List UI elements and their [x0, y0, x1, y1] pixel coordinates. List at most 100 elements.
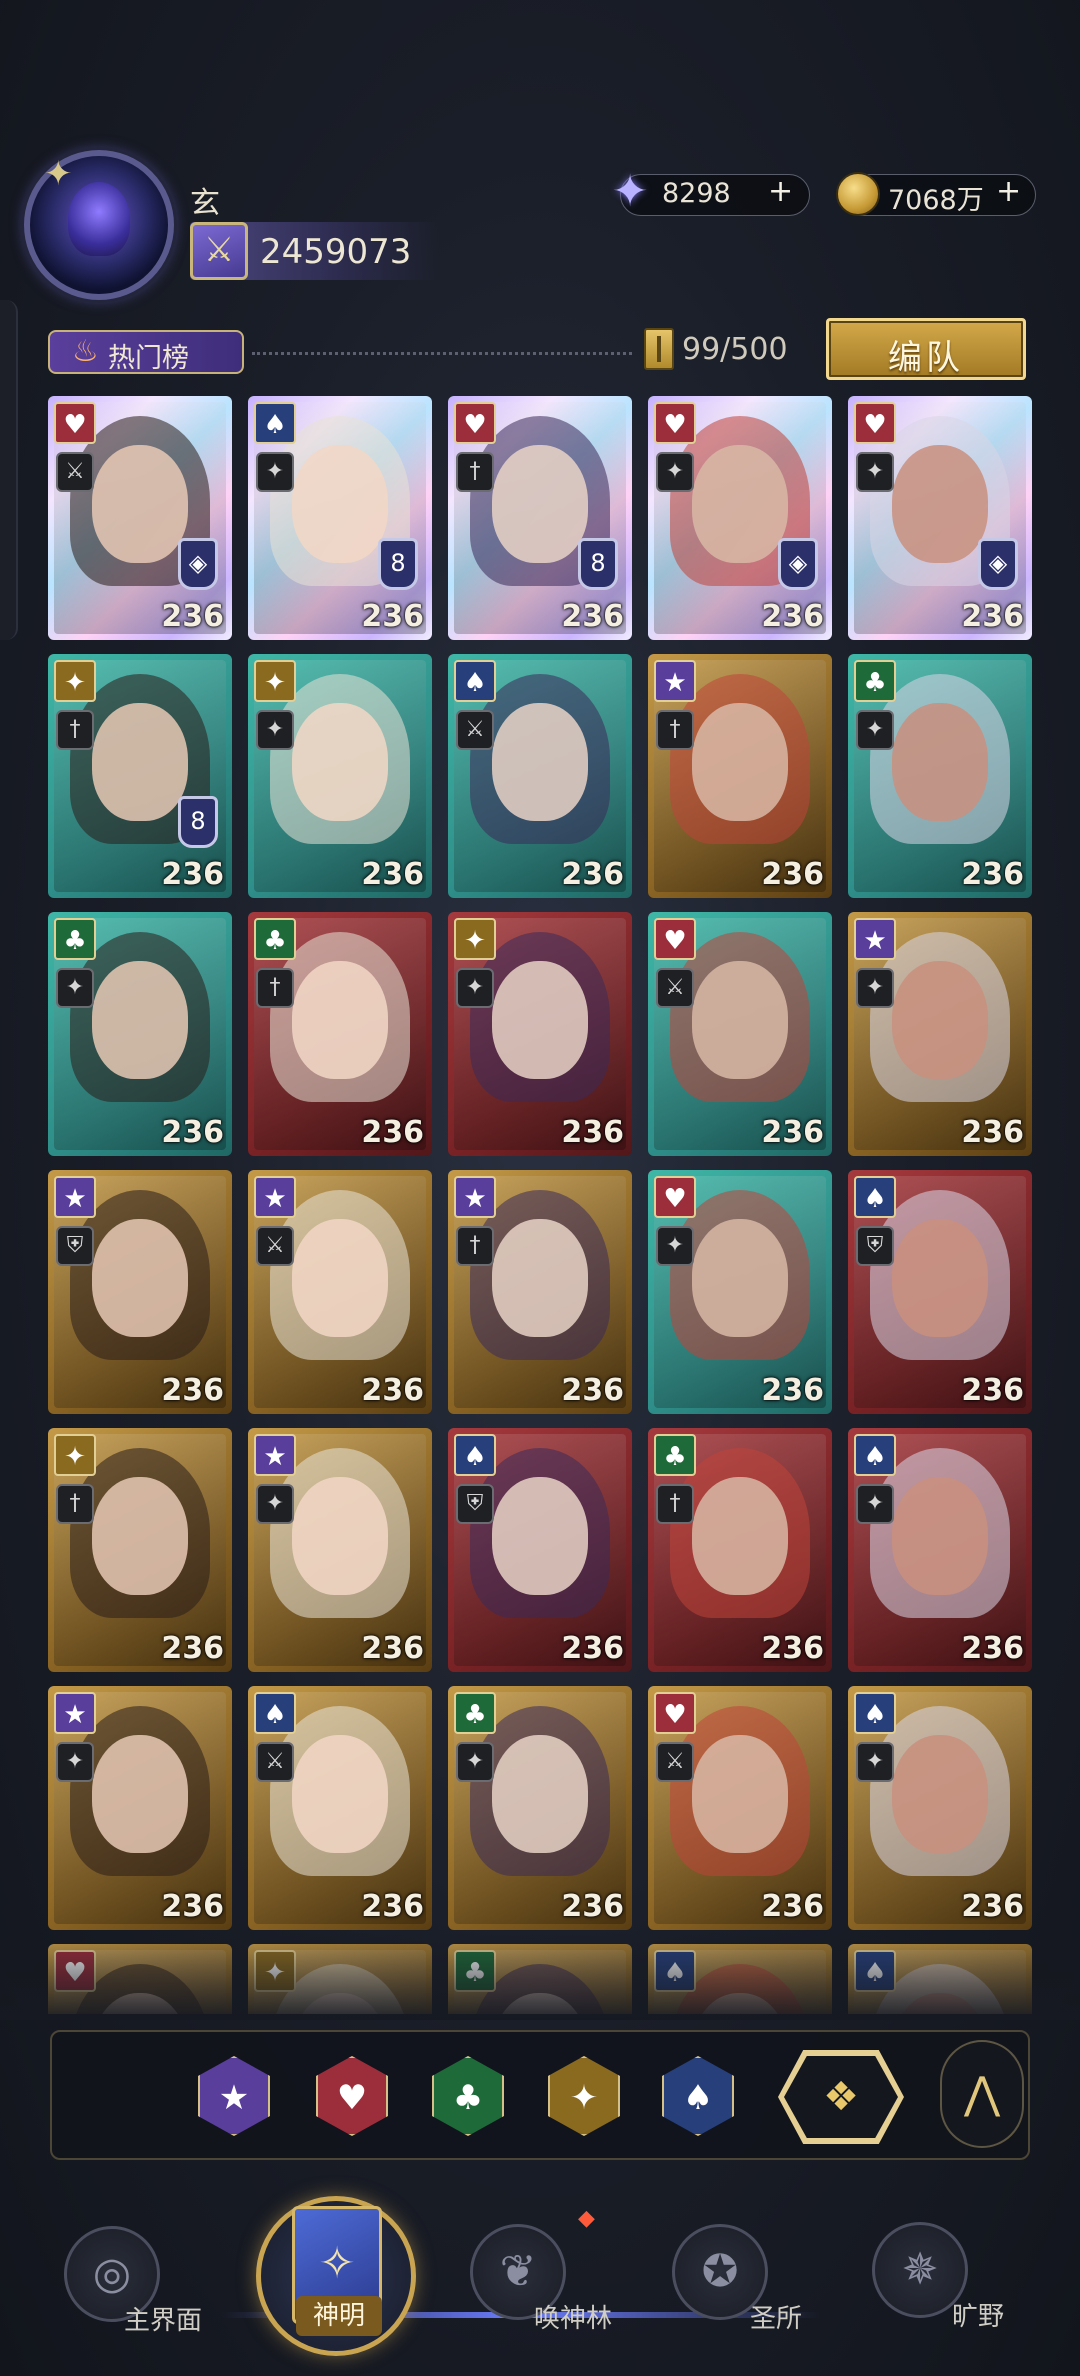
role-class-icon: ✦: [56, 968, 94, 1008]
hero-card[interactable]: ♣ † 236: [648, 1428, 832, 1672]
hero-card[interactable]: ✦ † 236: [48, 1428, 232, 1672]
role-class-icon: ⚔: [256, 1226, 294, 1266]
hero-card[interactable]: ♥ ✦ 236: [648, 1170, 832, 1414]
heart-icon: ♥: [654, 1176, 696, 1218]
heart-icon: ♥: [654, 1692, 696, 1734]
card-capacity-icon: [644, 328, 674, 370]
hero-level: 236: [361, 1373, 424, 1408]
hero-card[interactable]: ♥ ✦ ◈ 236: [648, 396, 832, 640]
hero-card[interactable]: ★ † 236: [648, 654, 832, 898]
hero-card[interactable]: ★ ✦ 236: [48, 1686, 232, 1930]
heart-icon: ♥: [854, 402, 896, 444]
hero-card[interactable]: ★ ✦ 236: [248, 1428, 432, 1672]
hero-level: 236: [761, 1373, 824, 1408]
hero-level: 236: [761, 1115, 824, 1150]
role-class-icon: ✦: [856, 1742, 894, 1782]
portrait-face: [692, 961, 788, 1080]
hero-card[interactable]: ♥ ⚔ 236: [648, 1686, 832, 1930]
portrait-face: [292, 1219, 388, 1338]
portrait-face: [92, 961, 188, 1080]
role-class-icon: †: [56, 710, 94, 750]
add-gold-button[interactable]: +: [996, 174, 1021, 209]
role-class-icon: ⛨: [456, 1484, 494, 1524]
hero-level: 236: [161, 857, 224, 892]
hero-card[interactable]: ♥ ⚔ 236: [648, 912, 832, 1156]
nav-summon-grove[interactable]: 唤神林: [534, 2298, 612, 2335]
hero-card[interactable]: ♠ ✦ 236: [848, 1686, 1032, 1930]
nav-gods[interactable]: 神明: [296, 2296, 382, 2336]
role-class-icon: ✦: [856, 710, 894, 750]
hero-card[interactable]: ♠ ⚔ 236: [248, 1686, 432, 1930]
hero-card[interactable]: ★ ⛨ 236: [48, 1170, 232, 1414]
hero-level: 236: [761, 857, 824, 892]
hero-card[interactable]: ✦ † 8 236: [48, 654, 232, 898]
hero-card[interactable]: ♣ ✦ 236: [448, 1686, 632, 1930]
star-icon: ★: [854, 918, 896, 960]
role-class-icon: ✦: [456, 1742, 494, 1782]
side-drawer-handle[interactable]: [0, 300, 18, 640]
hero-level: 236: [161, 1631, 224, 1666]
portrait-face: [892, 1219, 988, 1338]
role-class-icon: ⚔: [656, 968, 694, 1008]
nav-sanctuary[interactable]: 圣所: [750, 2298, 802, 2335]
hero-card[interactable]: ♠ ⚔ 236: [448, 654, 632, 898]
hero-level: 236: [561, 1889, 624, 1924]
spade-icon: ♠: [454, 1434, 496, 1476]
hero-card[interactable]: ♠ ✦ 8 236: [248, 396, 432, 640]
hero-card[interactable]: ♥ † 8 236: [448, 396, 632, 640]
hero-level: 236: [361, 1889, 424, 1924]
hero-card[interactable]: ✦ ✦ 236: [448, 912, 632, 1156]
role-class-icon: ✦: [256, 452, 294, 492]
diamond-icon: ✦: [54, 1434, 96, 1476]
portrait-face: [492, 445, 588, 564]
hero-level: 236: [761, 1889, 824, 1924]
hero-card[interactable]: ♣ † 236: [248, 912, 432, 1156]
hero-card[interactable]: ♠ ✦ 236: [848, 1428, 1032, 1672]
rank-badge-icon: ◈: [178, 538, 218, 590]
hero-card[interactable]: ★ † 236: [448, 1170, 632, 1414]
role-class-icon: ✦: [856, 968, 894, 1008]
star-icon: ★: [254, 1434, 296, 1476]
hero-level: 236: [561, 857, 624, 892]
role-class-icon: ⛨: [56, 1226, 94, 1266]
portrait-face: [292, 703, 388, 822]
hero-card[interactable]: ♥ ⚔ ◈ 236: [48, 396, 232, 640]
hero-level: 236: [961, 599, 1024, 634]
portrait-face: [892, 1735, 988, 1854]
club-icon: ♣: [254, 918, 296, 960]
notification-dot-icon: ◆: [578, 2206, 595, 2231]
hero-card[interactable]: ♠ ⛨ 236: [448, 1428, 632, 1672]
hero-card[interactable]: ♣ ✦ 236: [48, 912, 232, 1156]
nav-wilds[interactable]: 旷野: [952, 2296, 1004, 2333]
hero-card[interactable]: ♠ ⛨ 236: [848, 1170, 1032, 1414]
hero-card[interactable]: ★ ⚔ 236: [248, 1170, 432, 1414]
role-class-icon: †: [456, 452, 494, 492]
role-class-icon: †: [56, 1484, 94, 1524]
role-class-icon: ✦: [656, 1226, 694, 1266]
hero-card[interactable]: ★ ✦ 236: [848, 912, 1032, 1156]
portrait-face: [892, 703, 988, 822]
portrait-face: [892, 445, 988, 564]
add-gems-button[interactable]: +: [768, 174, 793, 209]
hero-level: 236: [361, 1115, 424, 1150]
heart-icon: ♥: [454, 402, 496, 444]
star-icon: ★: [454, 1176, 496, 1218]
hero-level: 236: [561, 1115, 624, 1150]
filter-all-button[interactable]: ❖: [784, 2056, 898, 2138]
hero-card[interactable]: ✦ ✦ 236: [248, 654, 432, 898]
portrait-face: [292, 961, 388, 1080]
heart-icon: ♥: [54, 402, 96, 444]
team-formation-label: 编队: [888, 338, 964, 378]
player-name: 玄: [190, 186, 220, 221]
club-icon: ♣: [454, 1692, 496, 1734]
hero-card[interactable]: ♥ ✦ ◈ 236: [848, 396, 1032, 640]
collapse-filter-button[interactable]: ⋀: [940, 2040, 1024, 2148]
spade-icon: ♠: [854, 1176, 896, 1218]
hero-card[interactable]: ♣ ✦ 236: [848, 654, 1032, 898]
avatar-star-icon: ✦: [44, 154, 73, 194]
hero-level: 236: [761, 599, 824, 634]
nav-main-world[interactable]: 主界面: [124, 2300, 202, 2337]
hero-level: 236: [961, 857, 1024, 892]
hero-level: 236: [161, 1115, 224, 1150]
gold-coin-icon: [836, 172, 880, 216]
